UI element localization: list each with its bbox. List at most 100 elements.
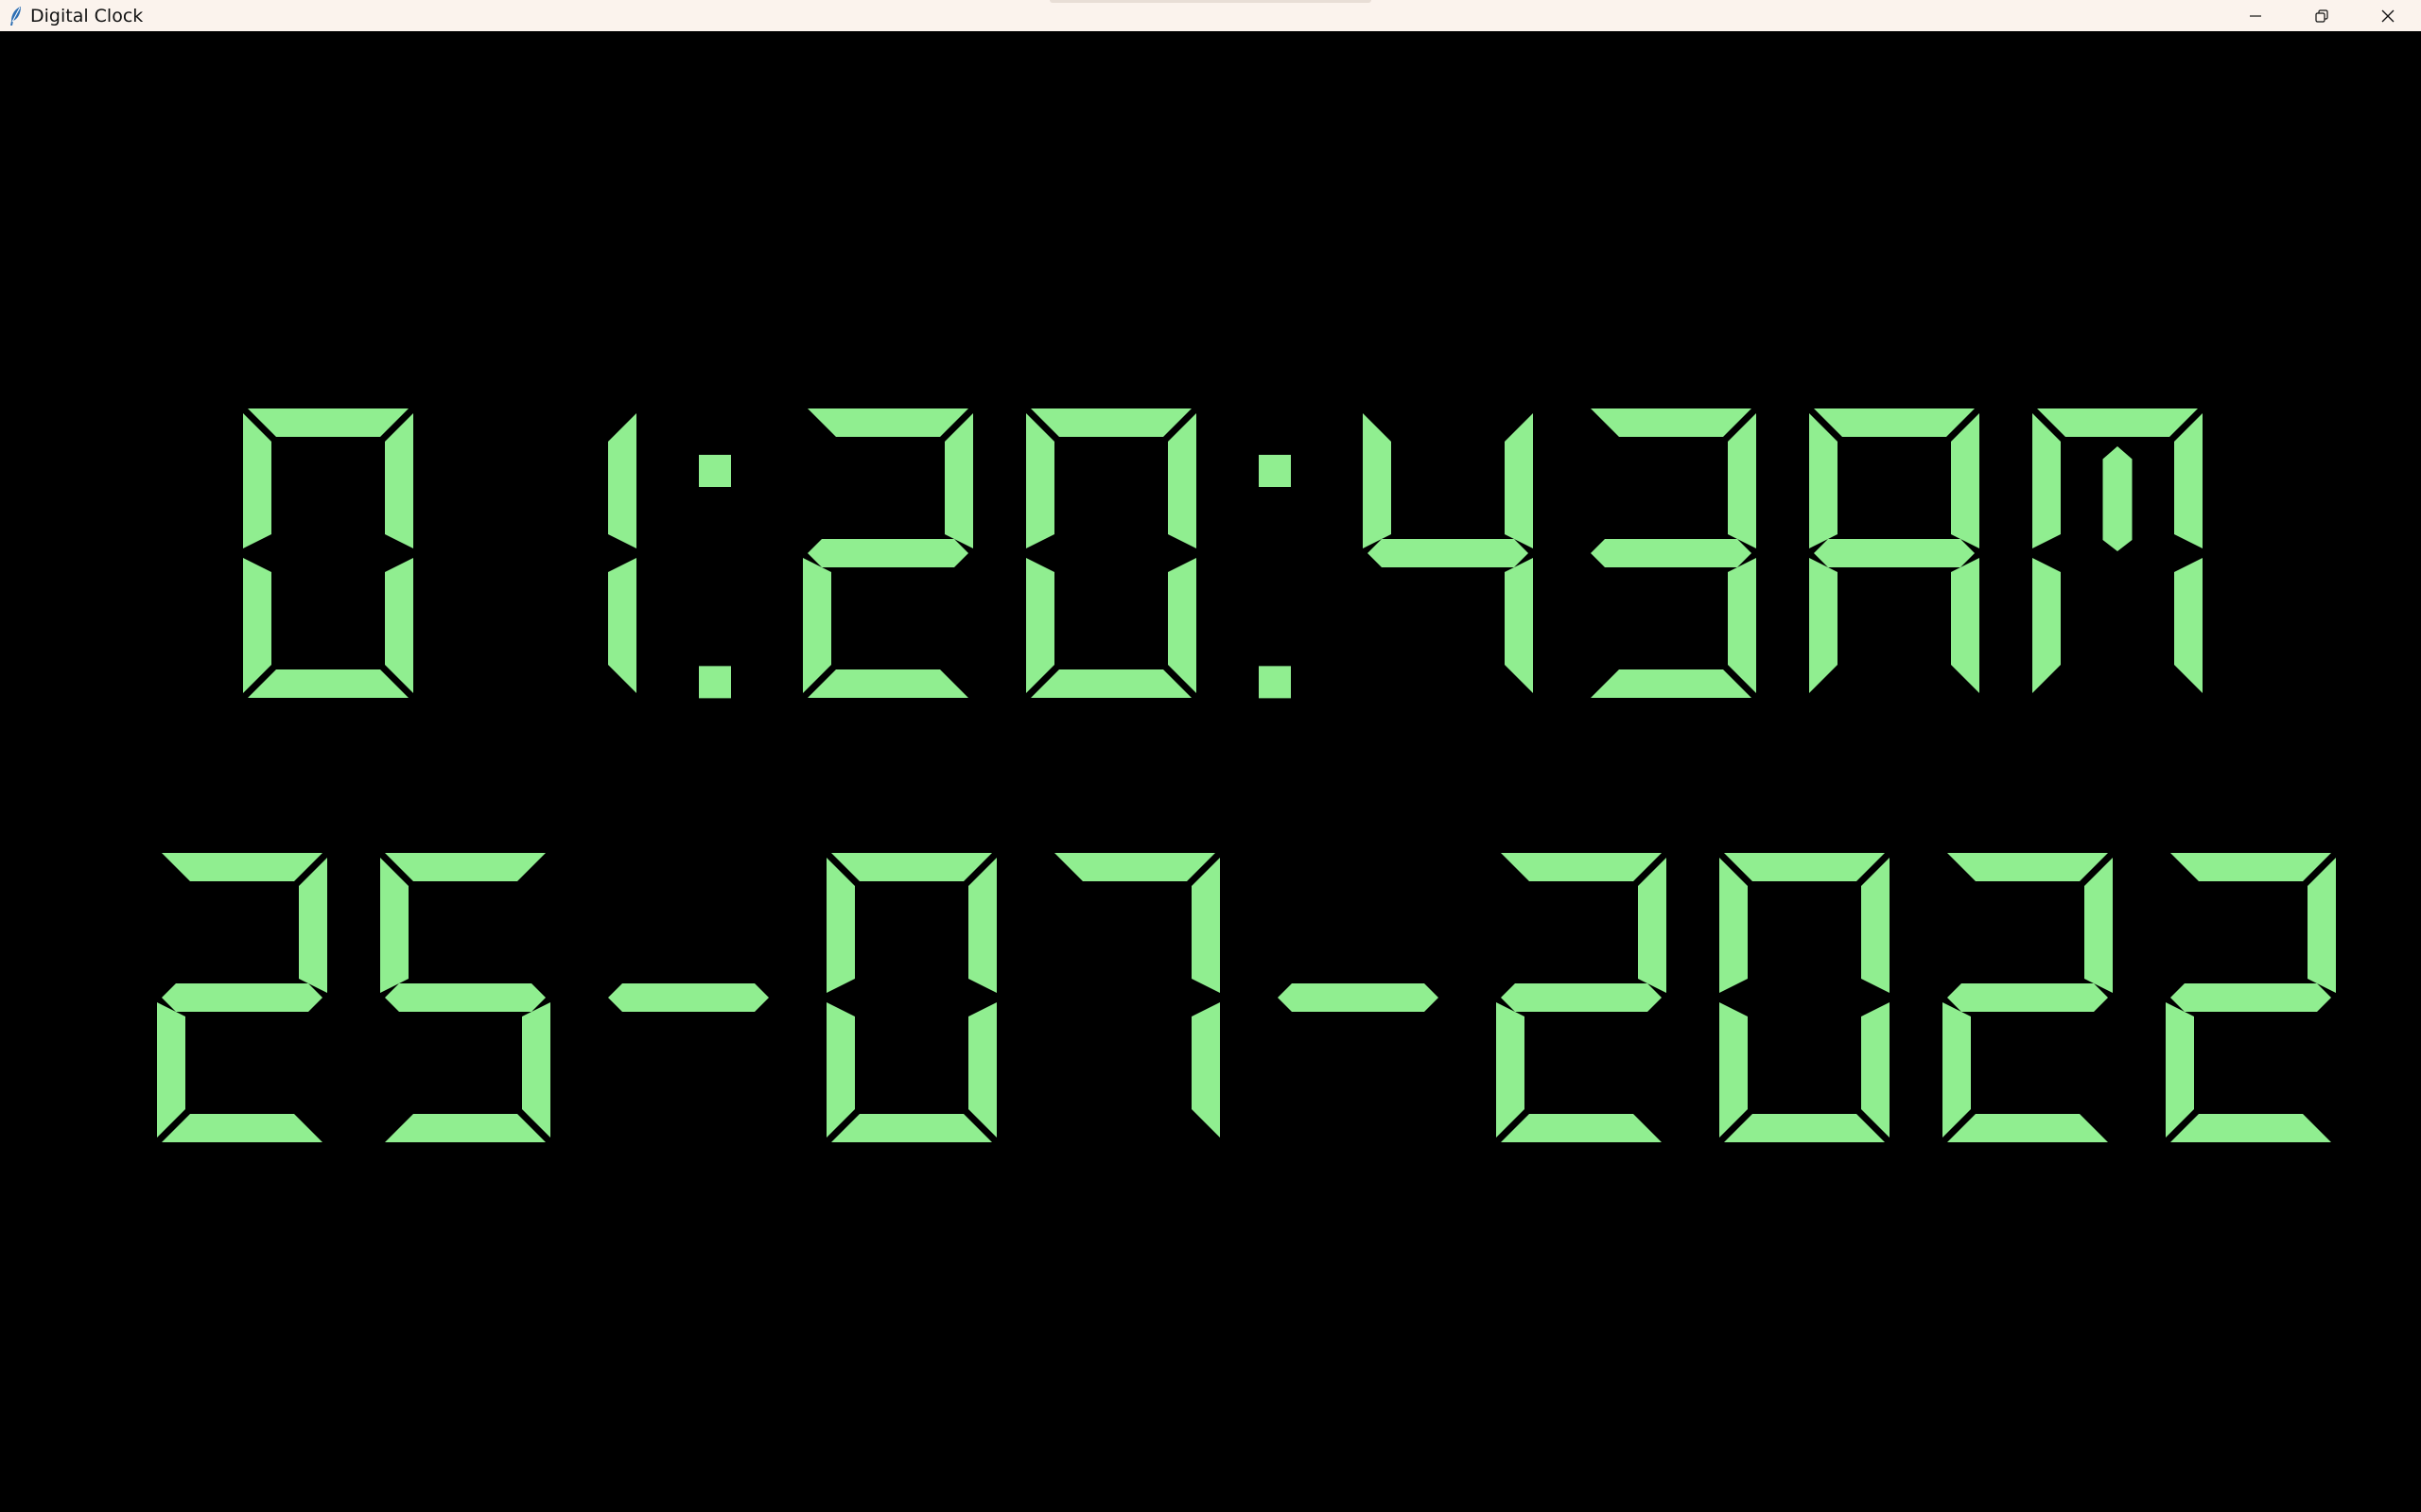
date-char-10-seg-e — [2166, 1002, 2194, 1138]
time-char-2-seg-b — [608, 413, 636, 548]
date-char-1-seg-d — [162, 1114, 322, 1142]
time-char-5-seg-e — [1026, 558, 1054, 693]
date-char-8-seg-b — [1861, 858, 1890, 993]
time-char-10-seg-c — [1951, 558, 1979, 693]
close-button[interactable] — [2355, 0, 2421, 31]
date-char-4-seg-a — [831, 853, 992, 881]
time-char-1-seg-f — [243, 413, 271, 548]
date-char-9-seg-g — [1947, 983, 2108, 1012]
date-char-4-seg-c — [968, 1002, 997, 1138]
date-char-3-seg-g — [608, 983, 769, 1012]
date-char-8-seg-c — [1861, 1002, 1890, 1138]
time-char-11-seg-c — [2174, 558, 2203, 693]
date-char-10-seg-d — [2170, 1114, 2331, 1142]
time-char-4-seg-b — [945, 413, 973, 548]
time-char-5-seg-b — [1168, 413, 1196, 548]
date-char-7-seg-d — [1501, 1114, 1662, 1142]
time-char-5-seg-d — [1031, 669, 1192, 698]
time-char-1-seg-b — [385, 413, 413, 548]
time-char-7-seg-f — [1363, 413, 1391, 548]
date-char-2-seg-f — [380, 858, 409, 993]
clock-area: 01:20:43 AM 25-07-2022 — [0, 31, 2421, 1512]
app-window: Digital Clock 01:20:43 — [0, 0, 2421, 1512]
minimize-button[interactable] — [2222, 0, 2289, 31]
date-char-1-seg-a — [162, 853, 322, 881]
time-char-5-seg-c — [1168, 558, 1196, 693]
time-char-8-seg-d — [1591, 669, 1751, 698]
date-char-2-seg-d — [385, 1114, 546, 1142]
title-bar-shadow — [1050, 0, 1371, 3]
date-char-1-seg-g — [162, 983, 322, 1012]
date-char-1-seg-b — [299, 858, 327, 993]
date-char-2-seg-a — [385, 853, 546, 881]
time-char-7-seg-c — [1505, 558, 1533, 693]
close-icon — [2381, 9, 2395, 22]
date-char-2-seg-g — [385, 983, 546, 1012]
date-char-8-seg-e — [1719, 1002, 1748, 1138]
date-char-8-seg-a — [1724, 853, 1885, 881]
date-char-7-seg-a — [1501, 853, 1662, 881]
time-char-10-seg-b — [1951, 413, 1979, 548]
date-char-9-seg-d — [1947, 1114, 2108, 1142]
time-char-2-seg-c — [608, 558, 636, 693]
date-char-9-seg-e — [1942, 1002, 1971, 1138]
date-char-6-seg-g — [1278, 983, 1438, 1012]
window-controls — [2222, 0, 2421, 31]
date-char-10-seg-g — [2170, 983, 2331, 1012]
restore-icon — [2315, 9, 2328, 23]
time-char-5-seg-a — [1031, 408, 1192, 437]
time-char-8-seg-b — [1728, 413, 1756, 548]
time-char-10-seg-a — [1814, 408, 1975, 437]
time-char-10-seg-e — [1809, 558, 1838, 693]
date-char-7-seg-b — [1638, 858, 1666, 993]
time-char-5-seg-f — [1026, 413, 1054, 548]
date-char-9-seg-b — [2084, 858, 2113, 993]
date-char-7-seg-e — [1496, 1002, 1524, 1138]
date-char-8-seg-f — [1719, 858, 1748, 993]
time-char-7-seg-b — [1505, 413, 1533, 548]
time-char-8-seg-g — [1591, 539, 1751, 567]
date-char-9-seg-a — [1947, 853, 2108, 881]
time-char-1-seg-a — [248, 408, 409, 437]
date-char-4-seg-b — [968, 858, 997, 993]
time-char-4-seg-g — [808, 539, 968, 567]
time-char-11-seg-e — [2032, 558, 2061, 693]
time-char-7-seg-g — [1367, 539, 1528, 567]
time-char-11-seg-mid — [2102, 446, 2133, 551]
date-char-5-seg-a — [1054, 853, 1215, 881]
feather-icon — [8, 6, 25, 26]
date-char-4-seg-f — [827, 858, 855, 993]
time-char-11-seg-b — [2174, 413, 2203, 548]
time-char-8-seg-c — [1728, 558, 1756, 693]
date-char-8-seg-d — [1724, 1114, 1885, 1142]
time-char-1-seg-d — [248, 669, 409, 698]
time-colon-6-dot-bottom — [1259, 666, 1291, 699]
date-char-2-seg-c — [522, 1002, 550, 1138]
date-char-4-seg-e — [827, 1002, 855, 1138]
time-char-10-seg-f — [1809, 413, 1838, 548]
date-char-1-seg-e — [157, 1002, 185, 1138]
time-char-11-seg-a — [2037, 408, 2198, 437]
time-char-1-seg-c — [385, 558, 413, 693]
date-char-7-seg-g — [1501, 983, 1662, 1012]
date-char-4-seg-d — [831, 1114, 992, 1142]
window-title: Digital Clock — [30, 5, 144, 26]
time-char-8-seg-a — [1591, 408, 1751, 437]
time-colon-3-dot-bottom — [699, 666, 731, 699]
time-char-4-seg-e — [803, 558, 831, 693]
time-char-4-seg-d — [808, 669, 968, 698]
time-colon-6-dot-top — [1259, 454, 1291, 487]
time-char-4-seg-a — [808, 408, 968, 437]
time-char-11-seg-f — [2032, 413, 2061, 548]
title-bar[interactable]: Digital Clock — [0, 0, 2421, 31]
seven-segment-display — [157, 408, 2336, 1142]
date-char-5-seg-c — [1192, 1002, 1220, 1138]
date-char-10-seg-a — [2170, 853, 2331, 881]
time-char-1-seg-e — [243, 558, 271, 693]
time-colon-3-dot-top — [699, 454, 731, 487]
restore-button[interactable] — [2289, 0, 2355, 31]
date-char-5-seg-b — [1192, 858, 1220, 993]
time-char-10-seg-g — [1814, 539, 1975, 567]
date-char-10-seg-b — [2308, 858, 2336, 993]
minimize-icon — [2250, 14, 2261, 17]
